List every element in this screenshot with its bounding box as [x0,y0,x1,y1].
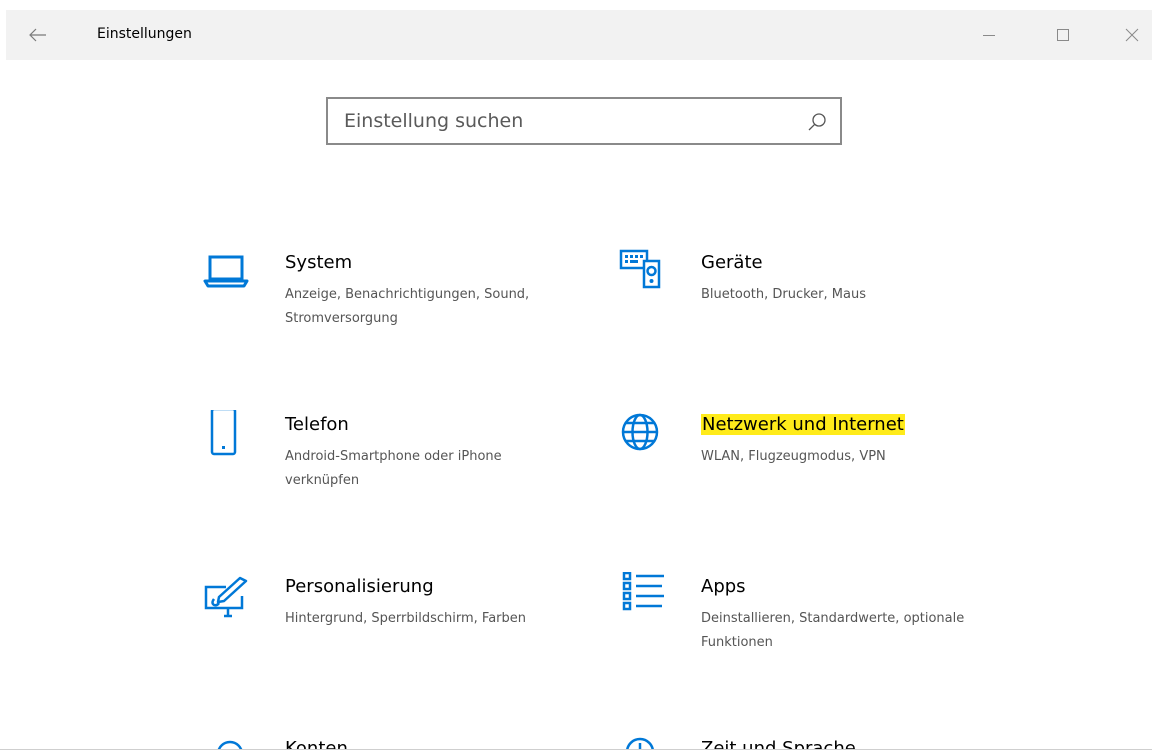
category-title: Zeit und Sprache [701,738,856,749]
search-input[interactable] [344,99,784,143]
maximize-button[interactable] [1040,18,1086,52]
category-title: Geräte [701,252,763,273]
devices-icon [619,249,661,289]
category-description: WLAN, Flugzeugmodus, VPN [701,449,886,464]
clock-icon [626,737,654,749]
close-button[interactable] [1109,18,1152,52]
globe-icon [621,413,659,451]
category-accounts[interactable]: Konten [202,734,542,749]
search-icon[interactable] [806,111,828,133]
close-icon [1125,28,1139,42]
category-description: Bluetooth, Drucker, Maus [701,287,866,302]
bottom-divider [0,749,1152,750]
minimize-button[interactable] [966,18,1012,52]
personalization-icon [204,576,248,618]
category-title: Konten [285,738,348,749]
back-button[interactable] [20,20,56,50]
category-description: Android-Smartphone oder iPhone verknüpfe… [285,449,502,488]
title-bar: Einstellungen [6,10,1152,60]
search-box[interactable] [326,97,842,145]
laptop-icon [203,255,249,288]
category-title: Personalisierung [285,576,434,597]
category-description: Deinstallieren, Standardwerte, optionale… [701,611,965,650]
category-title: Telefon [285,414,349,435]
account-icon [217,740,243,749]
window-title: Einstellungen [97,26,192,42]
category-devices[interactable]: Geräte Bluetooth, Drucker, Maus [618,248,958,358]
category-title: Netzwerk und Internet [701,414,905,435]
phone-icon [210,410,237,456]
category-apps[interactable]: Apps Deinstallieren, Standardwerte, opti… [618,572,964,682]
category-network[interactable]: Netzwerk und Internet WLAN, Flugzeugmodu… [618,410,958,520]
arrow-left-icon [29,28,46,42]
apps-list-icon [622,572,664,611]
minimize-icon [983,35,995,36]
category-personalization[interactable]: Personalisierung Hintergrund, Sperrbilds… [202,572,542,682]
maximize-icon [1057,29,1069,41]
category-title: Apps [701,576,746,597]
search-highlight: Netzwerk und Internet [701,414,905,435]
category-phone[interactable]: Telefon Android-Smartphone oder iPhone v… [202,410,542,520]
category-description: Hintergrund, Sperrbildschirm, Farben [285,611,527,626]
category-system[interactable]: System Anzeige, Benachrichtigungen, Soun… [202,248,542,358]
category-description: Anzeige, Benachrichtigungen, Sound, Stro… [285,287,530,326]
category-title: System [285,252,353,273]
category-time-language[interactable]: Zeit und Sprache [618,734,958,749]
